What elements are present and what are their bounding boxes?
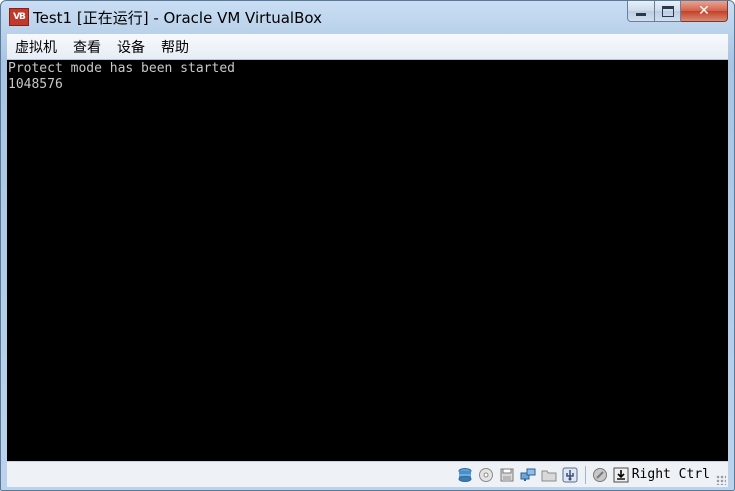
minimize-button[interactable] bbox=[627, 1, 655, 22]
resize-grip[interactable] bbox=[716, 475, 726, 485]
minimize-icon bbox=[636, 12, 646, 16]
device-indicators: Right Ctrl bbox=[457, 465, 710, 484]
console-line: Protect mode has been started bbox=[8, 61, 235, 76]
window-title: Test1 [正在运行] - Oracle VM VirtualBox bbox=[33, 9, 322, 27]
maximize-button[interactable] bbox=[655, 1, 681, 22]
title-bar[interactable]: VB Test1 [正在运行] - Oracle VM VirtualBox ✕ bbox=[1, 1, 734, 33]
network-icon[interactable] bbox=[520, 467, 536, 483]
shared-folder-icon[interactable] bbox=[541, 467, 557, 483]
hard-disk-icon[interactable] bbox=[457, 467, 473, 483]
status-separator bbox=[584, 465, 586, 484]
virtualbox-app-icon[interactable]: VB bbox=[9, 8, 29, 26]
menu-bar: 虚拟机 查看 设备 帮助 bbox=[7, 34, 728, 60]
menu-view[interactable]: 查看 bbox=[65, 37, 109, 57]
host-key-icon[interactable] bbox=[613, 467, 629, 483]
host-key-label: Right Ctrl bbox=[631, 467, 710, 482]
close-icon: ✕ bbox=[698, 3, 710, 19]
menu-machine[interactable]: 虚拟机 bbox=[7, 37, 65, 57]
menu-help[interactable]: 帮助 bbox=[153, 37, 197, 57]
window-controls: ✕ bbox=[627, 1, 728, 22]
optical-drive-icon[interactable] bbox=[478, 467, 494, 483]
usb-icon[interactable] bbox=[562, 467, 578, 483]
floppy-icon[interactable] bbox=[499, 467, 515, 483]
menu-devices[interactable]: 设备 bbox=[109, 37, 153, 57]
capture-icon[interactable] bbox=[592, 467, 608, 483]
console-output: Protect mode has been started 1048576 bbox=[7, 60, 728, 94]
console-line: 1048576 bbox=[8, 77, 63, 92]
maximize-icon bbox=[661, 5, 674, 17]
vm-window: VB Test1 [正在运行] - Oracle VM VirtualBox ✕… bbox=[0, 0, 735, 491]
vm-display[interactable]: Protect mode has been started 1048576 bbox=[7, 60, 728, 461]
close-button[interactable]: ✕ bbox=[681, 1, 728, 22]
status-bar: Right Ctrl bbox=[7, 461, 728, 487]
